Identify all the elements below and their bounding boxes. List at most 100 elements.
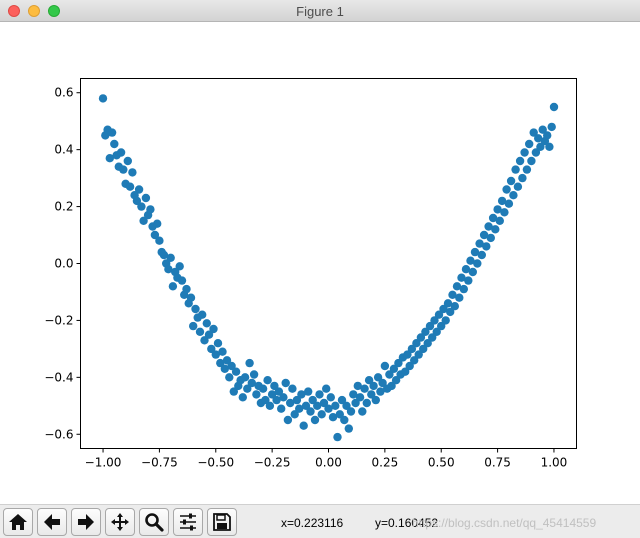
scatter-point [98,94,108,103]
scatter-point [277,404,286,413]
forward-button[interactable] [71,508,101,536]
scatter-point [213,339,223,348]
scatter-point [468,267,477,277]
scatter-point [249,370,259,379]
scatter-point [198,310,207,319]
pan-button[interactable] [105,508,135,536]
home-button[interactable] [3,508,33,536]
figure-window: Figure 1 −1.00 −0.75 −0.50 −0.25 0.00 0.25 0.5… [0,0,640,538]
scatter-point [189,321,198,331]
scatter-point [340,415,349,425]
arrow-left-icon [44,514,60,530]
scatter-point [225,373,234,382]
scatter-point [482,242,491,251]
y-tick-label: −0.4 [44,370,73,384]
title-bar[interactable]: Figure 1 [0,0,640,22]
figure-canvas[interactable]: −1.00 −0.75 −0.50 −0.25 0.00 0.25 0.50 0.75 1.00… [0,22,640,504]
scatter-point [110,139,119,149]
back-button[interactable] [37,508,67,536]
scatter-point [186,293,196,302]
sliders-icon [180,513,196,531]
scatter-point [380,361,390,371]
scatter-point [252,390,261,399]
scatter-point [346,407,356,416]
scatter-point [119,165,128,174]
points-layer [98,94,559,442]
scatter-point [455,293,464,302]
scatter-point [369,381,378,391]
scatter-point [358,407,367,416]
scatter-point [362,398,371,408]
scatter-point [486,233,495,243]
y-axis: −0.6 −0.4 −0.2 0.0 0.2 0.4 0.6 [44,86,81,441]
scatter-point [513,182,523,191]
y-tick-label: 0.6 [54,86,73,100]
x-coordinate-readout: x=0.223116 [281,516,344,530]
scatter-point [547,122,556,132]
scatter-point [191,304,200,314]
scatter-point [495,216,504,225]
scatter-point [509,191,518,200]
window-title: Figure 1 [296,4,344,19]
scatter-point [281,378,290,388]
scatter-point [527,156,536,166]
zoom-button[interactable] [139,508,169,536]
scatter-point [182,284,191,294]
scatter-point [240,373,250,382]
scatter-point [195,327,205,336]
scatter-point [258,384,268,393]
x-tick-label: −0.25 [254,456,291,470]
scatter-point [175,262,184,271]
scatter-point [333,432,342,442]
scatter-point [459,284,468,294]
subplots-button[interactable] [173,508,203,536]
scatter-point [491,225,500,234]
scatter-point [545,142,554,151]
scatter-point [279,393,288,402]
scatter-point [153,219,162,228]
x-tick-label: −0.50 [197,456,234,470]
x-tick-label: −1.00 [85,456,122,470]
save-button[interactable] [207,508,237,536]
scatter-point [137,202,146,211]
x-tick-label: 0.75 [484,456,511,470]
y-tick-label: 0.2 [54,200,73,214]
floppy-icon [213,513,231,531]
scatter-point [166,253,175,262]
magnifier-icon [145,513,164,532]
y-tick-label: 0.0 [54,257,73,271]
scatter-point [288,384,297,393]
scatter-point [522,165,532,174]
x-axis: −1.00 −0.75 −0.50 −0.25 0.00 0.25 0.50 0.75 1.00 [85,448,568,470]
scatter-point [506,176,516,186]
x-tick-label: 1.00 [541,456,568,470]
scatter-point [238,393,247,402]
scatter-point [441,316,450,325]
watermark-text: https://blog.csdn.net/qq_45414559 [412,516,597,530]
scatter-point [504,199,514,208]
scatter-point [310,415,320,425]
scatter-point [125,182,135,191]
y-tick-label: 0.4 [54,143,73,157]
navigation-toolbar: x=0.223116 y=0.160452 https://blog.csdn.… [0,504,640,538]
scatter-point [515,156,525,166]
scatter-point [511,165,520,174]
scatter-point [107,128,117,137]
home-icon [9,514,27,530]
scatter-point [168,282,178,291]
scatter-point [326,393,335,402]
scatter-point [116,148,126,157]
x-tick-label: −0.75 [141,456,178,470]
scatter-point [477,250,486,260]
scatter-point [134,185,144,194]
scatter-point [502,185,511,194]
scatter-point [549,102,559,112]
scatter-point [317,410,326,419]
y-tick-label: −0.2 [44,313,73,327]
scatter-point [218,347,227,356]
scatter-point [231,367,241,376]
x-tick-label: 0.50 [428,456,455,470]
scatter-point [123,156,132,166]
plot-frame [80,78,577,449]
scatter-point [450,302,459,311]
